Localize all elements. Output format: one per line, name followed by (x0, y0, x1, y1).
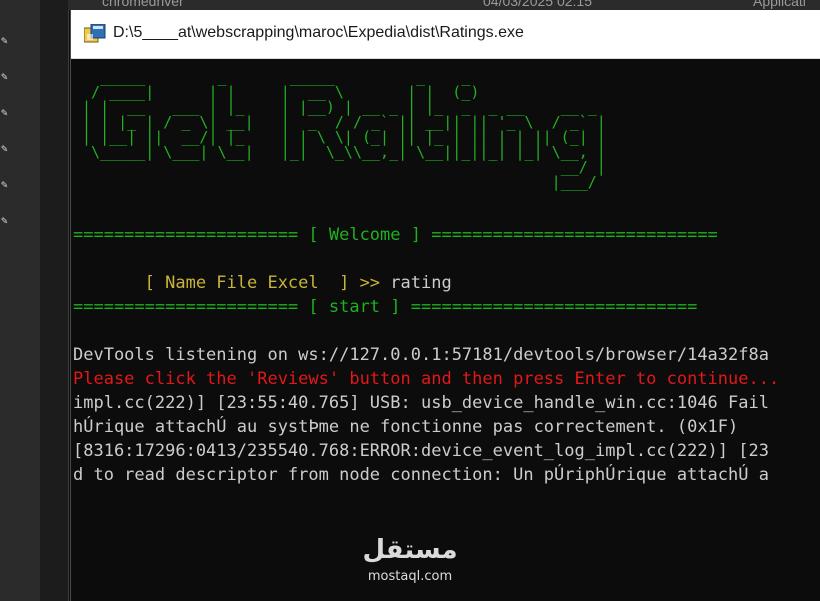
explorer-file-row[interactable]: chromedriver 04/03/2025 02:15 Applicati (68, 0, 820, 10)
pin-icon[interactable]: ✎ (1, 215, 11, 226)
pin-icon[interactable]: ✎ (1, 35, 11, 46)
pin-icon[interactable]: ✎ (1, 71, 11, 82)
explorer-side-panel: ✎ ✎ ✎ ✎ ✎ ✎ (0, 0, 41, 601)
devtools-line: DevTools listening on ws://127.0.0.1:571… (73, 345, 769, 365)
mostaql-watermark: مستقل mostaql.com (355, 535, 465, 591)
watermark-domain: mostaql.com (367, 569, 453, 584)
console-window[interactable]: D:\5____at\webscrapping\maroc\Expedia\di… (70, 10, 820, 601)
start-line: ====================== [ start ] =======… (73, 297, 698, 317)
pin-icon[interactable]: ✎ (1, 107, 11, 118)
prompt-input-value[interactable]: rating (380, 273, 451, 293)
log-line: [8316:17296:0413/235540.768:ERROR:device… (73, 441, 769, 461)
pin-icon[interactable]: ✎ (1, 179, 11, 190)
explorer-scroll-area (40, 0, 69, 601)
file-name: chromedriver (102, 0, 184, 9)
prompt-label: [ Name File Excel ] >> (73, 273, 381, 293)
instruction-line: Please click the 'Reviews' button and th… (73, 369, 780, 389)
log-line: d to read descriptor from node connectio… (73, 465, 769, 485)
log-line: impl.cc(222)] [23:55:40.765] USB: usb_de… (73, 393, 769, 413)
pin-icon[interactable]: ✎ (1, 143, 11, 154)
console-output[interactable]: _____ _ _____ _ _ / ____| | | | __ \ | |… (71, 58, 820, 601)
prompt-line: [ Name File Excel ] >> rating (73, 272, 452, 294)
log-line: hÚrique attachÚ au systÞme ne fonctionne… (73, 417, 739, 437)
ascii-banner: _____ _ _____ _ _ / ____| | | | __ \ | |… (82, 68, 606, 191)
file-date: 04/03/2025 02:15 (483, 0, 592, 9)
console-app-icon (84, 24, 106, 43)
watermark-logo: مستقل (362, 535, 458, 565)
window-titlebar[interactable]: D:\5____at\webscrapping\maroc\Expedia\di… (71, 10, 820, 59)
window-title: D:\5____at\webscrapping\maroc\Expedia\di… (113, 24, 524, 41)
file-type: Applicati (753, 0, 806, 9)
welcome-line: ====================== [ Welcome ] =====… (73, 225, 718, 245)
